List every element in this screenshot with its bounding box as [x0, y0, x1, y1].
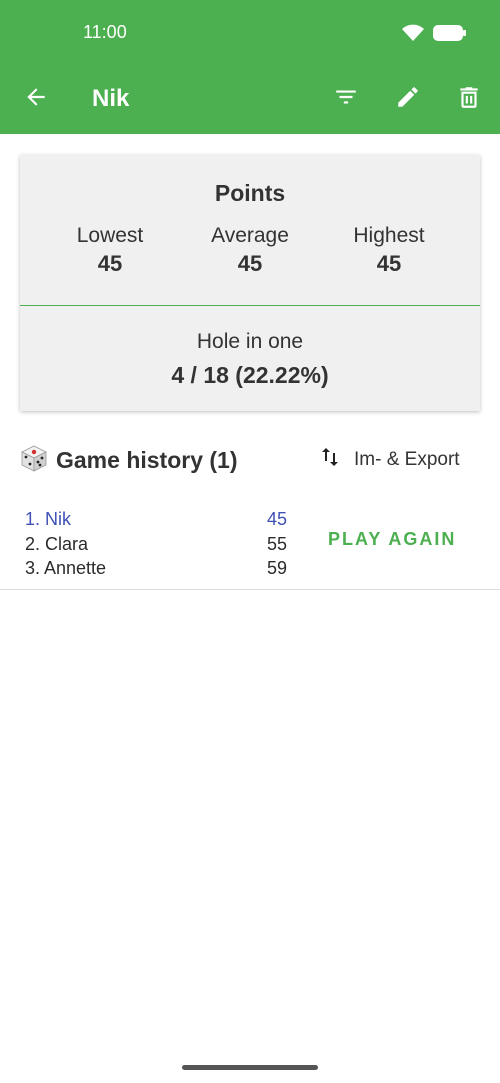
- players-list: 1. Nik 45 2. Clara 55 3. Annette 59: [25, 507, 295, 581]
- stat-highest-value: 45: [376, 251, 402, 276]
- player-row: 3. Annette 59: [25, 556, 295, 581]
- row-divider: [0, 589, 500, 590]
- player-row: 2. Clara 55: [25, 532, 295, 557]
- stat-lowest-label: Lowest: [76, 224, 144, 247]
- swap-vertical-icon: [320, 446, 340, 474]
- import-export-label: Im- & Export: [354, 449, 460, 470]
- app-bar: 11:00 Nik: [0, 0, 500, 134]
- status-time: 11:00: [83, 22, 127, 42]
- player-name: 3. Annette: [25, 558, 107, 578]
- back-arrow-icon: [23, 84, 49, 115]
- delete-trash-icon: [456, 84, 482, 115]
- stat-highest: Highest 45: [314, 223, 464, 279]
- game-history-header: Game history (1): [20, 444, 238, 477]
- wifi-icon: [401, 23, 425, 48]
- player-score: 45: [266, 509, 287, 529]
- stat-highest-label: Highest: [353, 224, 425, 247]
- player-score: 55: [266, 533, 287, 554]
- hole-in-one-value: 4 / 18 (22.22%): [171, 362, 329, 388]
- edit-button[interactable]: [390, 81, 426, 117]
- filter-button[interactable]: [328, 81, 364, 117]
- battery-icon: [433, 23, 467, 48]
- player-score: 59: [266, 558, 287, 578]
- points-title: Points: [214, 180, 286, 206]
- delete-button[interactable]: [451, 81, 487, 117]
- hole-in-one-label: Hole in one: [196, 330, 304, 353]
- dice-icon: [20, 444, 48, 477]
- back-button[interactable]: [18, 81, 54, 117]
- edit-pencil-icon: [395, 84, 421, 115]
- player-name: 1. Nik: [25, 509, 72, 529]
- stat-lowest: Lowest 45: [35, 223, 185, 279]
- page-title: Nik: [92, 85, 130, 112]
- filter-icon: [333, 84, 359, 115]
- stat-average-value: 45: [237, 251, 263, 276]
- card-divider: [20, 305, 480, 306]
- player-row: 1. Nik 45: [25, 507, 295, 532]
- game-history-title: Game history (1): [56, 447, 238, 473]
- play-again-button[interactable]: PLAY AGAIN: [328, 529, 456, 550]
- game-history-row[interactable]: 1. Nik 45 2. Clara 55 3. Annette 59 PLAY…: [0, 505, 500, 589]
- stat-average: Average 45: [175, 223, 325, 279]
- player-name: 2. Clara: [25, 533, 89, 554]
- gesture-navigation-bar[interactable]: [182, 1065, 318, 1070]
- stat-lowest-value: 45: [97, 251, 123, 276]
- import-export-button[interactable]: Im- & Export: [320, 446, 460, 474]
- status-icons: [401, 23, 467, 48]
- screen: 11:00 Nik Points Lowest 45 Average 45 Hi…: [0, 0, 500, 1083]
- stat-average-label: Average: [211, 224, 289, 247]
